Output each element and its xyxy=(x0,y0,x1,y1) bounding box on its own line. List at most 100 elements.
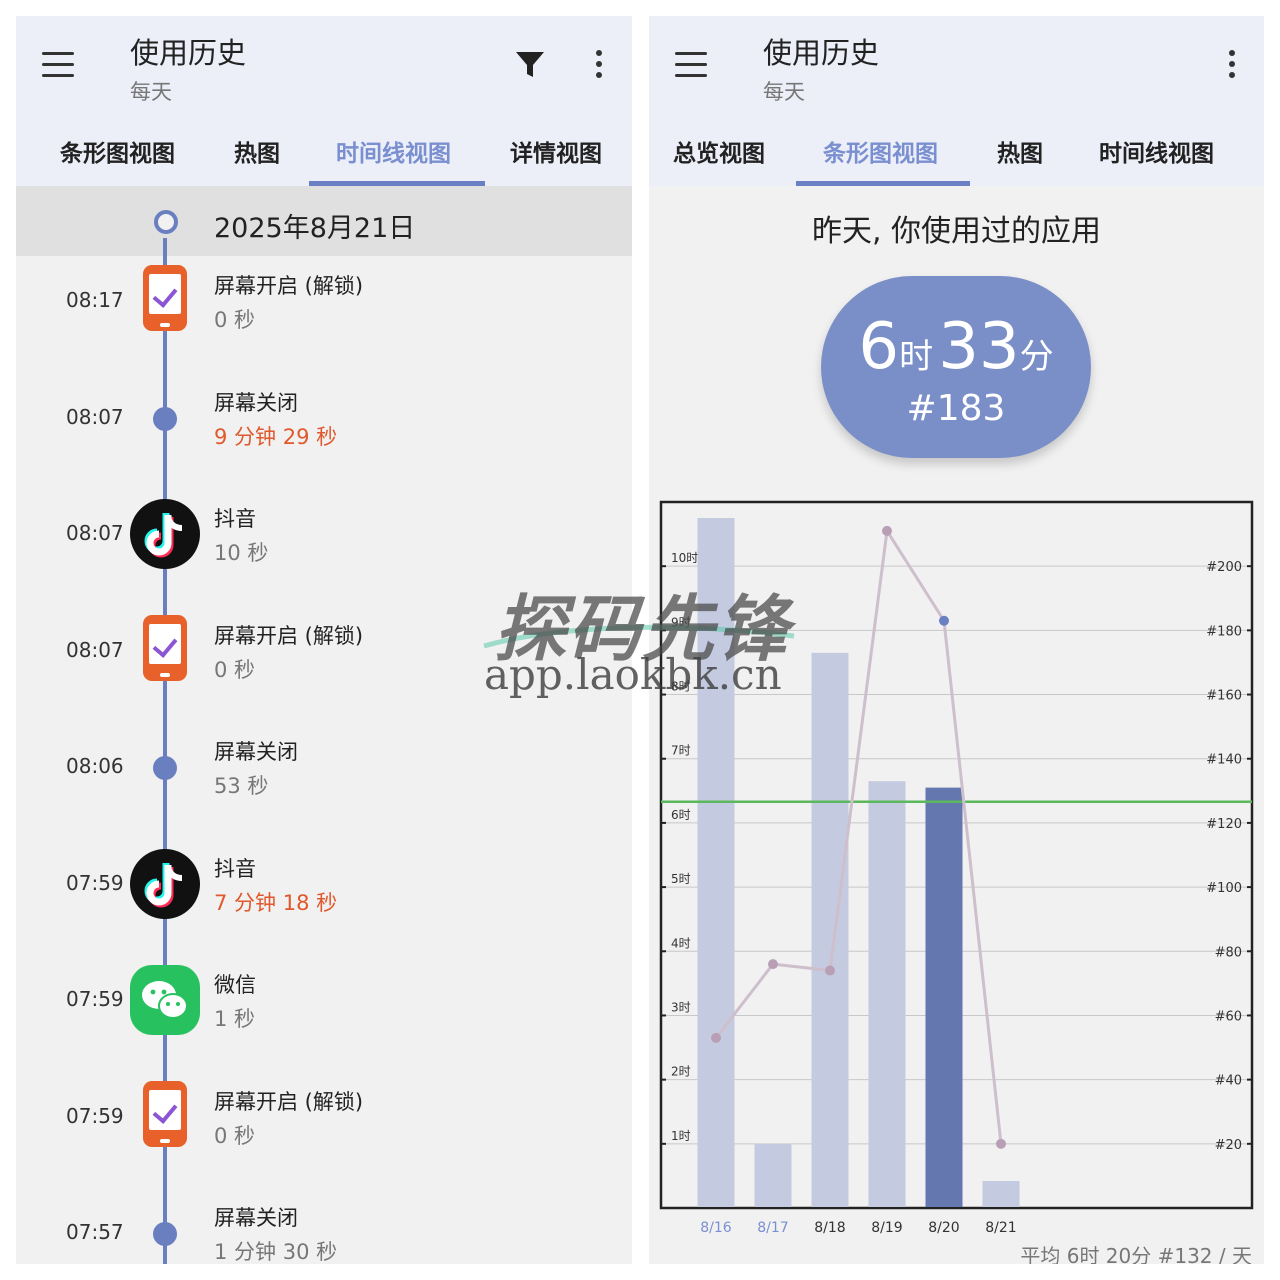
event-name: 屏幕关闭 xyxy=(214,740,298,764)
event-name: 屏幕开启 (解锁) xyxy=(214,623,364,648)
event-duration: 9 分钟 29 秒 xyxy=(214,424,338,449)
timeline-item[interactable]: 07:59 屏幕开启 (解锁) 0 秒 xyxy=(16,1072,632,1188)
app-bar: 使用历史 每天 条形图视图 热图 时间线视图 详情视图 xyxy=(16,16,632,186)
timeline-item[interactable]: 08:07 抖音 10 秒 xyxy=(16,489,632,605)
event-time: 08:07 xyxy=(66,521,124,545)
timeline-item[interactable]: 07:57 屏幕关闭 1 分钟 30 秒 xyxy=(16,1188,632,1264)
right-tick-label: #140 xyxy=(1206,753,1242,768)
x-tick-label: 8/18 xyxy=(814,1220,845,1236)
view-tabs: 条形图视图 热图 时间线视图 详情视图 xyxy=(16,128,632,186)
event-name: 抖音 xyxy=(214,856,256,881)
usage-bar-chart: 1时 2时 3时 4时 5时 6时 7时 8时 9时 10时 #20 #40 #60 #80 #100 #12… xyxy=(659,500,1254,1236)
tab-bar-chart[interactable]: 条形图视图 xyxy=(60,134,175,168)
event-time: 07:59 xyxy=(66,870,124,895)
right-tick-label: #100 xyxy=(1206,881,1242,896)
right-tick-label: #40 xyxy=(1215,1074,1242,1089)
right-tick-label: #20 xyxy=(1215,1138,1242,1153)
timeline-item[interactable]: 08:07 屏幕开启 (解锁) 0 秒 xyxy=(16,606,632,722)
right-tick-label: #180 xyxy=(1206,624,1242,639)
left-tick-label: 5时 xyxy=(671,872,691,886)
timeline-item[interactable]: 08:07 屏幕关闭 9 分钟 29 秒 xyxy=(16,373,632,489)
x-tick-label: 8/21 xyxy=(985,1220,1016,1236)
x-tick-label: 8/19 xyxy=(871,1220,902,1236)
timeline-dot xyxy=(153,1222,177,1246)
left-tick-label: 2时 xyxy=(671,1065,691,1079)
usage-total: 6时 33分 xyxy=(821,310,1091,384)
tab-timeline[interactable]: 时间线视图 xyxy=(336,134,451,168)
left-tick-label: 8时 xyxy=(671,680,691,694)
right-tick-label: #60 xyxy=(1215,1009,1242,1024)
chart-bar xyxy=(697,518,735,1207)
tab-bar-chart[interactable]: 条形图视图 xyxy=(823,134,938,168)
event-time: 08:07 xyxy=(66,637,124,662)
rank-point xyxy=(711,1032,721,1043)
menu-icon[interactable] xyxy=(42,52,76,78)
usage-summary-badge[interactable]: 6时 33分 #183 xyxy=(821,276,1091,458)
event-duration: 0 秒 xyxy=(214,657,256,682)
left-tick-label: 6时 xyxy=(671,808,691,822)
event-name: 屏幕关闭 xyxy=(214,1206,298,1230)
date-label: 2025年8月21日 xyxy=(214,213,416,244)
wechat-icon xyxy=(130,965,200,1035)
tab-timeline[interactable]: 时间线视图 xyxy=(1099,134,1214,168)
timeline-item[interactable]: 07:59 微信 1 秒 xyxy=(16,955,632,1071)
event-time: 07:57 xyxy=(66,1220,124,1244)
rank-point xyxy=(996,1138,1006,1149)
page-title: 使用历史 xyxy=(130,36,247,70)
right-tick-label: #160 xyxy=(1206,689,1242,704)
rank-point xyxy=(939,615,949,626)
bar-chart-panel: 使用历史 每天 总览视图 条形图视图 热图 时间线视图 昨天, 你使用过的应用 … xyxy=(649,16,1264,1264)
x-tick-label: 8/20 xyxy=(928,1220,959,1236)
minute-unit: 分 xyxy=(1019,337,1054,377)
tab-details[interactable]: 详情视图 xyxy=(510,134,602,168)
event-name: 微信 xyxy=(214,973,256,997)
timeline-item[interactable]: 08:17 屏幕开启 (解锁) 0 秒 xyxy=(16,256,632,372)
usage-hours: 6 xyxy=(858,310,900,384)
tab-heatmap[interactable]: 热图 xyxy=(234,134,280,168)
left-tick-label: 4时 xyxy=(671,936,691,950)
left-tick-label: 3时 xyxy=(671,1000,691,1014)
page-title: 使用历史 xyxy=(763,36,880,70)
left-tick-label: 9时 xyxy=(671,615,691,629)
more-options-icon[interactable] xyxy=(1226,50,1236,80)
left-tick-label: 10时 xyxy=(671,551,698,565)
section-heading: 昨天, 你使用过的应用 xyxy=(811,214,1102,249)
event-time: 07:59 xyxy=(66,987,124,1011)
rank-point xyxy=(882,525,892,536)
phone-unlock-icon xyxy=(143,614,187,681)
page-subtitle: 每天 xyxy=(763,80,805,104)
rank-point xyxy=(825,965,835,976)
right-tick-label: #120 xyxy=(1206,817,1242,832)
more-options-icon[interactable] xyxy=(593,50,603,80)
date-header: 2025年8月21日 xyxy=(16,186,632,256)
tab-overview[interactable]: 总览视图 xyxy=(673,134,765,168)
chart-bar xyxy=(868,781,906,1207)
timeline-start-circle xyxy=(154,210,178,234)
event-duration: 53 秒 xyxy=(214,774,269,798)
tab-heatmap[interactable]: 热图 xyxy=(997,134,1043,168)
event-duration: 1 秒 xyxy=(214,1007,256,1031)
right-tick-label: #200 xyxy=(1206,560,1242,575)
event-time: 08:07 xyxy=(66,404,124,429)
event-duration: 7 分钟 18 秒 xyxy=(214,890,338,915)
usage-minutes: 33 xyxy=(938,310,1020,384)
tiktok-icon xyxy=(130,848,200,919)
page-subtitle: 每天 xyxy=(130,80,172,104)
event-duration: 1 分钟 30 秒 xyxy=(214,1240,338,1264)
timeline-item[interactable]: 08:06 屏幕关闭 53 秒 xyxy=(16,722,632,838)
timeline-dot xyxy=(153,406,177,431)
filter-icon[interactable] xyxy=(514,48,546,80)
menu-icon[interactable] xyxy=(675,52,709,78)
active-tab-indicator xyxy=(796,181,970,186)
usage-rank: #183 xyxy=(906,388,1006,429)
rank-point xyxy=(768,959,778,970)
event-name: 屏幕开启 (解锁) xyxy=(214,274,364,298)
right-tick-label: #80 xyxy=(1215,945,1242,960)
event-name: 屏幕开启 (解锁) xyxy=(214,1089,364,1114)
left-tick-label: 7时 xyxy=(671,744,691,758)
average-summary: 平均 6时 20分 #132 / 天 xyxy=(1020,1244,1252,1264)
timeline-item[interactable]: 07:59 抖音 7 分钟 18 秒 xyxy=(16,839,632,955)
app-bar: 使用历史 每天 总览视图 条形图视图 热图 时间线视图 xyxy=(649,16,1264,186)
event-duration: 0 秒 xyxy=(214,308,256,332)
event-time: 08:17 xyxy=(66,288,124,312)
